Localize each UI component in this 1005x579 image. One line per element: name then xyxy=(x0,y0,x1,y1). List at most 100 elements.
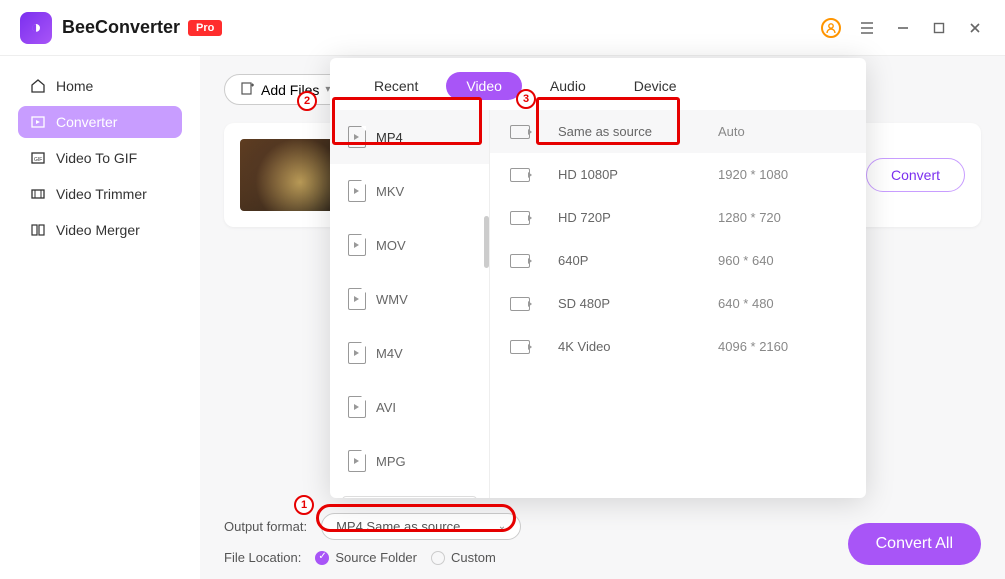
resolution-dim: 640 * 480 xyxy=(718,296,774,311)
sidebar-item-gif[interactable]: GIF Video To GIF xyxy=(18,142,182,174)
convert-all-button[interactable]: Convert All xyxy=(848,523,981,565)
resolution-name: HD 720P xyxy=(558,210,718,225)
format-label: MPG xyxy=(376,454,406,469)
sidebar-item-label: Video Merger xyxy=(56,222,140,238)
pro-badge: Pro xyxy=(188,20,222,36)
resolution-item-480p[interactable]: SD 480P640 * 480 xyxy=(490,282,866,325)
user-icon[interactable] xyxy=(821,18,841,38)
converter-icon xyxy=(30,114,46,130)
sidebar-item-label: Video To GIF xyxy=(56,150,137,166)
resolution-name: HD 1080P xyxy=(558,167,718,182)
annotation-badge-1: 1 xyxy=(294,495,314,515)
gif-icon: GIF xyxy=(30,150,46,166)
resolution-name: 640P xyxy=(558,253,718,268)
app-logo: ◑ xyxy=(20,12,52,44)
format-item-wmv[interactable]: WMV xyxy=(330,272,489,326)
file-icon xyxy=(348,180,366,202)
video-icon xyxy=(510,211,530,225)
tab-video[interactable]: Video xyxy=(446,72,522,100)
sidebar: Home Converter GIF Video To GIF Video Tr… xyxy=(0,56,200,579)
titlebar: ◑ BeeConverter Pro xyxy=(0,0,1005,56)
video-icon xyxy=(510,254,530,268)
tab-device[interactable]: Device xyxy=(614,72,697,100)
output-format-value: MP4 Same as source xyxy=(336,519,460,534)
format-item-m4v[interactable]: M4V xyxy=(330,326,489,380)
format-label: MP4 xyxy=(376,130,403,145)
svg-text:GIF: GIF xyxy=(34,157,42,163)
resolution-dim: Auto xyxy=(718,124,745,139)
merger-icon xyxy=(30,222,46,238)
video-icon xyxy=(510,168,530,182)
resolution-dim: 960 * 640 xyxy=(718,253,774,268)
sidebar-item-merger[interactable]: Video Merger xyxy=(18,214,182,246)
format-popup: Recent Video Audio Device MP4 MKV MOV WM… xyxy=(330,58,866,498)
format-list: MP4 MKV MOV WMV M4V AVI MPG xyxy=(330,110,490,498)
chevron-down-icon: ⌄ xyxy=(498,521,506,532)
file-location-label: File Location: xyxy=(224,550,301,565)
resolution-item-4k[interactable]: 4K Video4096 * 2160 xyxy=(490,325,866,368)
output-format-label: Output format: xyxy=(224,519,307,534)
resolution-name: SD 480P xyxy=(558,296,718,311)
sidebar-item-label: Video Trimmer xyxy=(56,186,147,202)
resolution-item-1080p[interactable]: HD 1080P1920 * 1080 xyxy=(490,153,866,196)
convert-button[interactable]: Convert xyxy=(866,158,965,192)
resolution-item-720p[interactable]: HD 720P1280 * 720 xyxy=(490,196,866,239)
sidebar-item-converter[interactable]: Converter xyxy=(18,106,182,138)
format-label: MOV xyxy=(376,238,406,253)
radio-source-folder[interactable]: Source Folder xyxy=(315,550,417,565)
resolution-item-640p[interactable]: 640P960 * 640 xyxy=(490,239,866,282)
format-item-avi[interactable]: AVI xyxy=(330,380,489,434)
tab-recent[interactable]: Recent xyxy=(354,72,438,100)
format-label: M4V xyxy=(376,346,403,361)
format-label: AVI xyxy=(376,400,396,415)
resolution-dim: 1280 * 720 xyxy=(718,210,781,225)
trimmer-icon xyxy=(30,186,46,202)
format-item-mp4[interactable]: MP4 xyxy=(330,110,489,164)
resolution-dim: 4096 * 2160 xyxy=(718,339,788,354)
video-icon xyxy=(510,125,530,139)
resolution-dim: 1920 * 1080 xyxy=(718,167,788,182)
minimize-icon[interactable] xyxy=(893,18,913,38)
radio-dot xyxy=(431,551,445,565)
sidebar-item-label: Home xyxy=(56,78,93,94)
sidebar-item-trimmer[interactable]: Video Trimmer xyxy=(18,178,182,210)
resolution-list: Same as sourceAuto HD 1080P1920 * 1080 H… xyxy=(490,110,866,498)
file-icon xyxy=(348,396,366,418)
resolution-item-source[interactable]: Same as sourceAuto xyxy=(490,110,866,153)
annotation-badge-2: 2 xyxy=(297,91,317,111)
resolution-name: Same as source xyxy=(558,124,718,139)
annotation-badge-3: 3 xyxy=(516,89,536,109)
resolution-name: 4K Video xyxy=(558,339,718,354)
format-item-mkv[interactable]: MKV xyxy=(330,164,489,218)
file-icon xyxy=(348,234,366,256)
sidebar-item-label: Converter xyxy=(56,114,117,130)
output-format-select[interactable]: MP4 Same as source ⌄ xyxy=(321,513,521,540)
format-item-mov[interactable]: MOV xyxy=(330,218,489,272)
radio-label: Custom xyxy=(451,550,496,565)
format-label: WMV xyxy=(376,292,408,307)
close-icon[interactable] xyxy=(965,18,985,38)
add-files-icon xyxy=(241,81,255,98)
radio-custom[interactable]: Custom xyxy=(431,550,496,565)
file-icon xyxy=(348,450,366,472)
popup-tabs: Recent Video Audio Device xyxy=(330,58,866,110)
file-icon xyxy=(348,288,366,310)
tab-audio[interactable]: Audio xyxy=(530,72,606,100)
radio-label: Source Folder xyxy=(335,550,417,565)
format-search-input[interactable] xyxy=(342,496,477,498)
scrollbar[interactable] xyxy=(484,216,489,268)
add-files-button[interactable]: Add Files ▾ xyxy=(224,74,347,105)
video-icon xyxy=(510,340,530,354)
home-icon xyxy=(30,78,46,94)
app-title: BeeConverter xyxy=(62,17,180,38)
video-icon xyxy=(510,297,530,311)
format-item-mpg[interactable]: MPG xyxy=(330,434,489,488)
file-icon xyxy=(348,126,366,148)
bottom-bar: Output format: MP4 Same as source ⌄ File… xyxy=(224,513,981,565)
file-icon xyxy=(348,342,366,364)
maximize-icon[interactable] xyxy=(929,18,949,38)
radio-dot-checked xyxy=(315,551,329,565)
menu-icon[interactable] xyxy=(857,18,877,38)
sidebar-item-home[interactable]: Home xyxy=(18,70,182,102)
format-label: MKV xyxy=(376,184,404,199)
